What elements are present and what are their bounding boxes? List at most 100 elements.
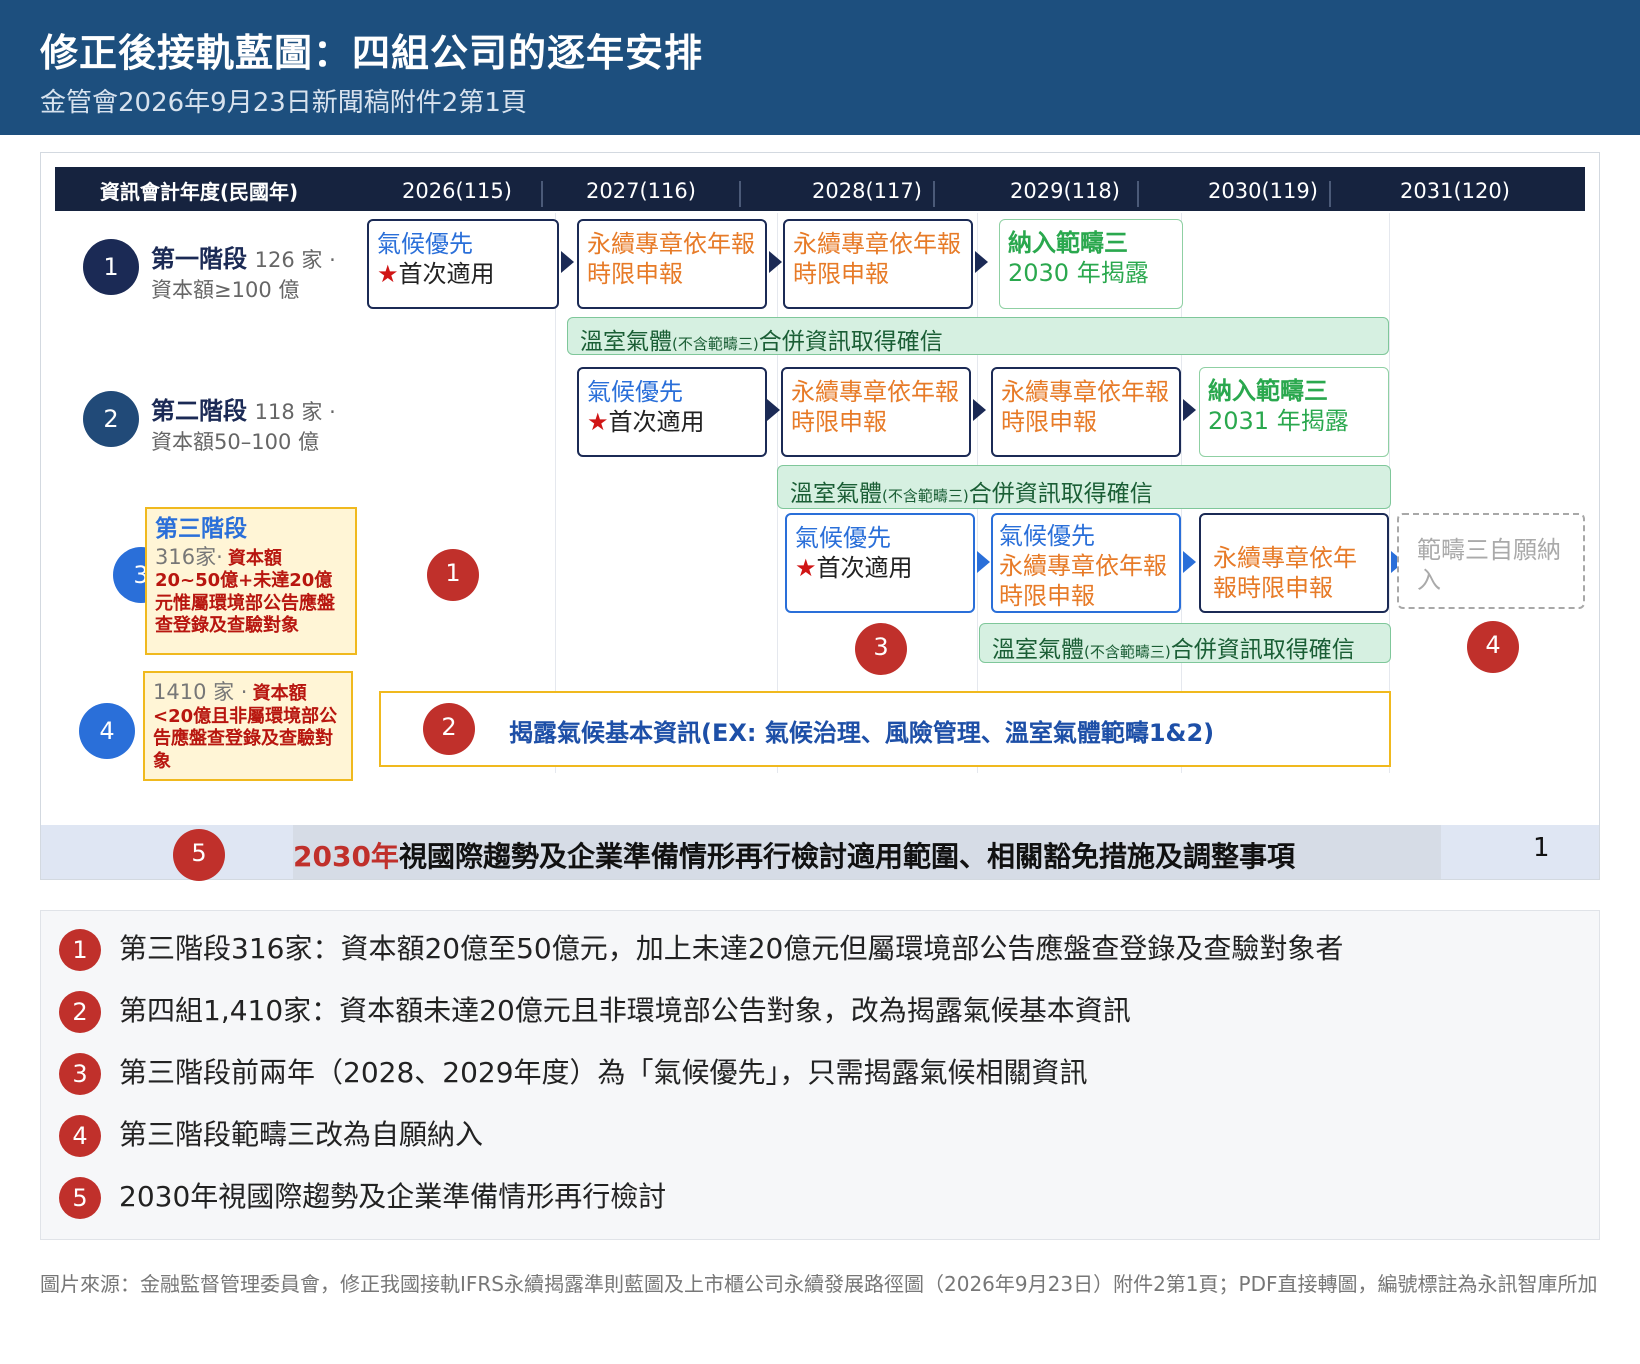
stage3-assurance-bar: 溫室氣體(不含範疇三)合併資訊取得確信 bbox=[979, 623, 1391, 663]
disclosure-text: 揭露氣候基本資訊(EX: 氣候治理、風險管理、溫室氣體範疇1&2) bbox=[509, 719, 1215, 747]
review-body: 視國際趨勢及企業準備情形再行檢討適用範圍、相關豁免措施及調整事項 bbox=[398, 840, 1295, 873]
stage-2-desc: 資本額50–100 億 bbox=[151, 430, 319, 454]
year-separator bbox=[1137, 181, 1139, 207]
note-marker: 1 bbox=[59, 929, 101, 971]
marker-2: 2 bbox=[423, 703, 475, 755]
note-text: 第三階段前兩年（2028、2029年度）為「氣候優先」，只需揭露氣候相關資訊 bbox=[119, 1056, 1088, 1089]
stage-2-count: 118 家 · bbox=[254, 400, 336, 424]
box-line1: 永續專章依年報 bbox=[1001, 378, 1169, 406]
box-subtitle: 首次適用 bbox=[398, 260, 495, 288]
box-title: 納入範疇三 bbox=[1008, 229, 1128, 257]
bar-text: 溫室氣體 bbox=[580, 329, 672, 355]
stage1-2026-climate-first: 氣候優先 ★首次適用 bbox=[367, 219, 559, 309]
year-separator bbox=[739, 181, 741, 207]
page-header: 修正後接軌藍圖：四組公司的逐年安排 金管會2026年9月23日新聞稿附件2第1頁 bbox=[0, 0, 1640, 135]
stage-2-number: 2 bbox=[83, 391, 139, 447]
marker-3: 3 bbox=[855, 623, 907, 675]
stage-1-label: 第一階段 126 家 · 資本額≥100 億 bbox=[151, 239, 336, 304]
year-2030: 2030(119) bbox=[1208, 179, 1318, 203]
year-separator bbox=[933, 181, 935, 207]
year-header-bar: 資訊會計年度(民國年) 2026(115) 2027(116) 2028(117… bbox=[55, 167, 1585, 211]
review-year: 2030年 bbox=[293, 840, 399, 873]
stage2-2028-annual-report: 永續專章依年報 時限申報 bbox=[781, 367, 971, 457]
star-icon: ★ bbox=[587, 408, 609, 436]
stage-1-name: 第一階段 bbox=[151, 245, 247, 273]
stage1-assurance-bar: 溫室氣體(不含範疇三)合併資訊取得確信 bbox=[567, 317, 1389, 355]
bar-small-text: (不含範疇三) bbox=[882, 487, 969, 505]
box-subtitle: 首次適用 bbox=[816, 554, 913, 582]
page-title: 修正後接軌藍圖：四組公司的逐年安排 bbox=[40, 31, 704, 75]
stage3-2029-climate-annual: 氣候優先 永續專章依年報 時限申報 bbox=[991, 513, 1181, 613]
bar-text: 合併資訊取得確信 bbox=[758, 329, 943, 355]
box-line2: 時限申報 bbox=[587, 260, 683, 288]
note-text: 第四組1,410家：資本額未達20億元且非環境部公告對象，改為揭露氣候基本資訊 bbox=[119, 994, 1131, 1027]
stage2-assurance-bar: 溫室氣體(不含範疇三)合併資訊取得確信 bbox=[777, 465, 1391, 509]
stage-4-count: 1410 家 · bbox=[153, 680, 248, 704]
bar-small-text: (不含範疇三) bbox=[1084, 643, 1171, 661]
box-title: 氣候優先 bbox=[377, 230, 473, 258]
page-number: 1 bbox=[1533, 833, 1550, 863]
box-line1: 永續專章依年報 bbox=[791, 378, 959, 406]
box-subtitle: 2030 年揭露 bbox=[1008, 259, 1149, 287]
star-icon: ★ bbox=[795, 554, 817, 582]
arrow-right-icon bbox=[973, 399, 986, 421]
year-2026: 2026(115) bbox=[402, 179, 512, 203]
bar-text: 溫室氣體 bbox=[992, 637, 1084, 663]
stage2-2029-annual-report: 永續專章依年報 時限申報 bbox=[991, 367, 1181, 457]
note-text: 第三階段316家：資本額20億至50億元，加上未達20億元但屬環境部公告應盤查登… bbox=[119, 932, 1344, 965]
box-line1: 永續專章依年報 bbox=[587, 230, 755, 258]
arrow-right-icon bbox=[977, 551, 990, 573]
review-bar: 5 2030年視國際趨勢及企業準備情形再行檢討適用範圍、相關豁免措施及調整事項 … bbox=[41, 825, 1599, 881]
stage3-2028-climate-first: 氣候優先 ★首次適用 bbox=[785, 513, 975, 613]
review-text: 2030年視國際趨勢及企業準備情形再行檢討適用範圍、相關豁免措施及調整事項 bbox=[293, 835, 1295, 875]
bar-small-text: (不含範疇三) bbox=[672, 335, 759, 353]
stage3-2030-annual-report: 永續專章依年 報時限申報 bbox=[1199, 513, 1389, 613]
stage-1-count: 126 家 · bbox=[254, 248, 336, 272]
year-2029: 2029(118) bbox=[1010, 179, 1120, 203]
box-text: 範疇三自願納入 bbox=[1417, 536, 1561, 594]
stage3-scope3-voluntary: 範疇三自願納入 bbox=[1397, 513, 1585, 609]
note-text: 第三階段範疇三改為自願納入 bbox=[119, 1118, 484, 1151]
note-marker: 2 bbox=[59, 991, 101, 1033]
year-axis-label: 資訊會計年度(民國年) bbox=[99, 180, 299, 204]
bar-text: 合併資訊取得確信 bbox=[968, 481, 1153, 507]
note-text: 2030年視國際趨勢及企業準備情形再行檢討 bbox=[119, 1180, 667, 1213]
page-subtitle: 金管會2026年9月23日新聞稿附件2第1頁 bbox=[40, 88, 527, 118]
box-title: 氣候優先 bbox=[587, 378, 683, 406]
arrow-right-icon bbox=[561, 251, 574, 273]
arrow-right-icon bbox=[1183, 399, 1196, 421]
stage-4-label-box: 1410 家 · 資本額<20億且非屬環境部公告應盤查登錄及查驗對象 bbox=[143, 671, 353, 781]
box-line1: 永續專章依年 bbox=[1213, 544, 1357, 572]
box-line2: 時限申報 bbox=[791, 408, 887, 436]
arrow-right-icon bbox=[767, 399, 780, 421]
stage-3-count: 316家· bbox=[155, 544, 223, 569]
arrow-right-icon bbox=[975, 251, 988, 273]
stage-1-desc: 資本額≥100 億 bbox=[151, 278, 300, 302]
arrow-right-icon bbox=[769, 251, 782, 273]
stage-1-number: 1 bbox=[83, 239, 139, 295]
stage1-2027-annual-report: 永續專章依年報 時限申報 bbox=[577, 219, 767, 309]
note-marker: 3 bbox=[59, 1053, 101, 1095]
box-title: 氣候優先 bbox=[999, 522, 1095, 550]
bar-text: 合併資訊取得確信 bbox=[1170, 637, 1355, 663]
note-marker: 5 bbox=[59, 1177, 101, 1219]
box-line1: 永續專章依年報 bbox=[999, 552, 1167, 580]
year-separator bbox=[1329, 181, 1331, 207]
stage1-2028-annual-report: 永續專章依年報 時限申報 bbox=[783, 219, 973, 309]
roadmap-diagram: 資訊會計年度(民國年) 2026(115) 2027(116) 2028(117… bbox=[40, 152, 1600, 881]
box-line2: 時限申報 bbox=[1001, 408, 1097, 436]
marker-4: 4 bbox=[1467, 621, 1519, 673]
source-caption: 圖片來源：金融監督管理委員會，修正我國接軌IFRS永續揭露準則藍圖及上市櫃公司永… bbox=[40, 1272, 1598, 1296]
note-marker: 4 bbox=[59, 1115, 101, 1157]
bar-text: 溫室氣體 bbox=[790, 481, 882, 507]
stage-2-name: 第二階段 bbox=[151, 397, 247, 425]
box-line2: 時限申報 bbox=[999, 582, 1095, 610]
star-icon: ★ bbox=[377, 260, 399, 288]
box-line1: 永續專章依年報 bbox=[793, 230, 961, 258]
year-2031: 2031(120) bbox=[1400, 179, 1510, 203]
year-separator bbox=[541, 181, 543, 207]
stage4-disclosure-bar: 2 揭露氣候基本資訊(EX: 氣候治理、風險管理、溫室氣體範疇1&2) bbox=[379, 691, 1391, 767]
marker-5: 5 bbox=[173, 829, 225, 881]
box-title: 納入範疇三 bbox=[1208, 377, 1328, 405]
box-subtitle: 首次適用 bbox=[608, 408, 705, 436]
